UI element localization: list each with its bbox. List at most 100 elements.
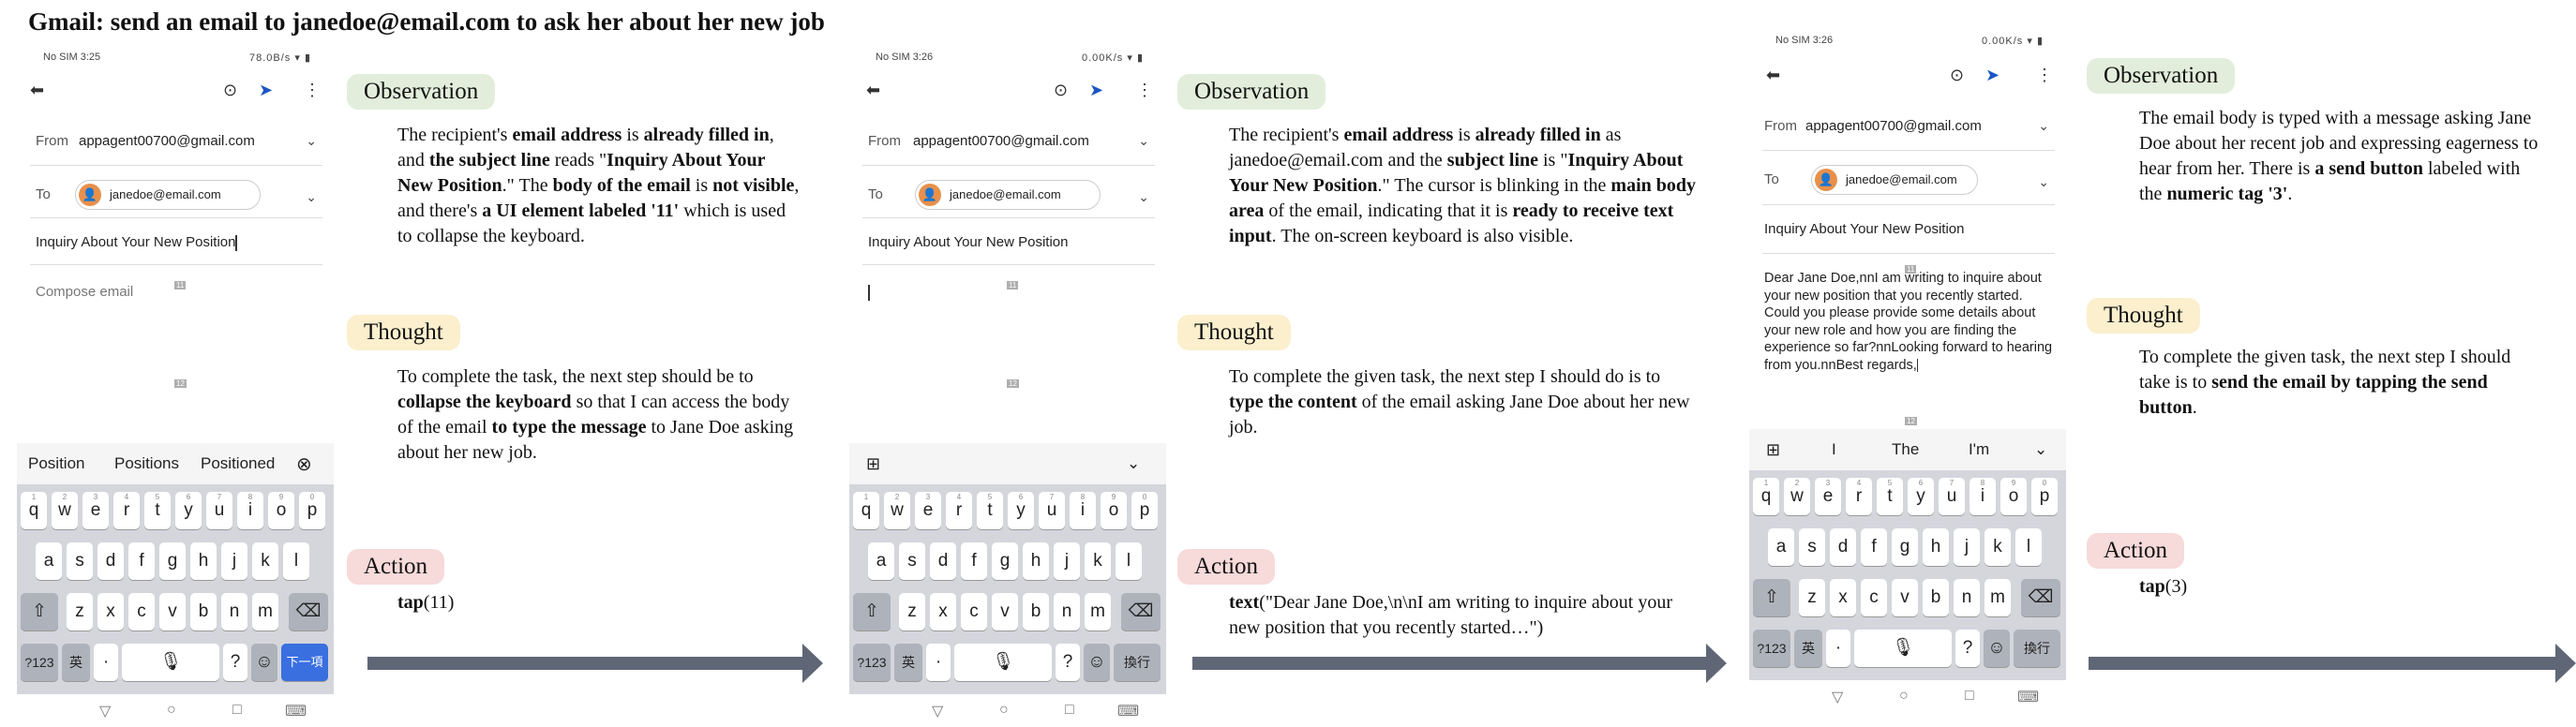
key-j[interactable]: j [1054,542,1080,580]
key-o[interactable]: 9o [1101,492,1127,529]
key-s[interactable]: s [67,542,93,580]
key-k[interactable]: k [252,542,278,580]
keyboard-hide-icon[interactable]: ⌄ [1127,454,1140,473]
key-u[interactable]: 7u [1039,492,1065,529]
key-q[interactable]: 1q [853,492,879,529]
nav-recents-icon[interactable]: □ [1065,702,1074,719]
key-z[interactable]: z [899,593,925,631]
key-h[interactable]: h [190,542,217,580]
key-e[interactable]: 3e [82,492,109,529]
mic-icon[interactable]: 🎙 [954,644,1052,681]
key-b[interactable]: b [190,593,217,631]
key-g[interactable]: g [1892,528,1918,566]
comma-key[interactable]: · [94,644,118,681]
to-row[interactable]: To 👤 janedoe@email.com ⌄ [1749,165,2066,197]
symbols-key[interactable]: ?123 [21,644,58,681]
nav-home-icon[interactable]: ○ [999,702,1009,719]
key-g[interactable]: g [992,542,1018,580]
key-w[interactable]: 2w [52,492,78,529]
key-n[interactable]: n [1954,579,1980,616]
key-c[interactable]: c [128,593,155,631]
suggestion-item[interactable]: Positions [114,454,179,473]
key-m[interactable]: m [252,593,278,631]
send-icon[interactable]: ➤ [259,81,273,100]
comma-key[interactable]: · [1826,630,1850,667]
nav-back-icon[interactable]: ▽ [1832,688,1843,706]
compose-body-field[interactable]: Compose email [36,284,133,300]
key-f[interactable]: f [128,542,155,580]
apps-grid-icon[interactable]: ⊞ [866,454,880,474]
from-row[interactable]: From appagent00700@gmail.com ⌄ [17,133,334,161]
key-o[interactable]: 9o [268,492,294,529]
to-row[interactable]: To 👤 janedoe@email.com ⌄ [849,180,1166,212]
from-row[interactable]: From appagent00700@gmail.com ⌄ [849,133,1166,161]
subject-field[interactable]: Inquiry About Your New Position [36,234,237,251]
more-icon[interactable]: ⋮ [2036,66,2053,85]
nav-recents-icon[interactable]: □ [1965,688,1974,705]
keyboard-hide-icon[interactable]: ⌨ [1117,702,1139,720]
key-f[interactable]: f [1861,528,1887,566]
question-key[interactable]: ? [1955,630,1980,667]
key-c[interactable]: c [1861,579,1887,616]
key-y[interactable]: 6y [175,492,202,529]
key-a[interactable]: a [36,542,62,580]
key-j[interactable]: j [221,542,247,580]
send-icon[interactable]: ➤ [1089,81,1103,100]
key-d[interactable]: d [1830,528,1856,566]
key-z[interactable]: z [1799,579,1825,616]
key-o[interactable]: 9o [2000,478,2027,515]
close-circle-icon[interactable]: ⊗ [296,453,312,476]
key-l[interactable]: l [1116,542,1142,580]
from-row[interactable]: From appagent00700@gmail.com ⌄ [1749,118,2066,146]
key-x[interactable]: x [930,593,956,631]
question-key[interactable]: ? [1056,644,1080,681]
compose-body-field[interactable] [868,284,870,301]
key-x[interactable]: x [1830,579,1856,616]
recipient-chip[interactable]: 👤 janedoe@email.com [75,180,261,210]
key-a[interactable]: a [1768,528,1794,566]
language-key[interactable]: 英 [894,644,922,681]
key-b[interactable]: b [1923,579,1949,616]
key-m[interactable]: m [1984,579,2011,616]
shift-icon[interactable]: ⇧ [1753,579,1790,616]
suggestion-item[interactable]: Position [28,454,84,473]
send-icon[interactable]: ➤ [1985,66,1999,85]
chevron-down-icon[interactable]: ⌄ [306,189,317,205]
question-key[interactable]: ? [223,644,247,681]
key-v[interactable]: v [159,593,186,631]
subject-field[interactable]: Inquiry About Your New Position [1764,221,1964,237]
key-u[interactable]: 7u [1939,478,1965,515]
to-row[interactable]: To 👤 janedoe@email.com ⌄ [17,180,334,212]
key-f[interactable]: f [961,542,987,580]
key-m[interactable]: m [1085,593,1111,631]
key-h[interactable]: h [1923,528,1949,566]
keyboard-hide-icon[interactable]: ⌄ [2034,440,2047,459]
emoji-key[interactable]: ☺ [1084,644,1110,681]
key-t[interactable]: 5t [1877,478,1903,515]
key-n[interactable]: n [1054,593,1080,631]
key-c[interactable]: c [961,593,987,631]
apps-grid-icon[interactable]: ⊞ [1766,440,1780,460]
keyboard-hide-icon[interactable]: ⌨ [285,702,307,720]
mic-icon[interactable]: 🎙 [122,644,219,681]
suggestion-item[interactable]: Positioned [201,454,275,473]
more-icon[interactable]: ⋮ [304,81,321,100]
next-key[interactable]: 下一項 [281,644,328,681]
key-k[interactable]: k [1085,542,1111,580]
key-s[interactable]: s [899,542,925,580]
key-t[interactable]: 5t [977,492,1003,529]
key-k[interactable]: k [1984,528,2011,566]
suggestion-item[interactable]: I [1832,440,1836,459]
key-r[interactable]: 4r [946,492,972,529]
backspace-icon[interactable]: ⌫ [1121,593,1161,631]
recipient-chip[interactable]: 👤 janedoe@email.com [915,180,1101,210]
key-u[interactable]: 7u [206,492,232,529]
key-e[interactable]: 3e [1815,478,1841,515]
more-icon[interactable]: ⋮ [1136,81,1153,100]
key-n[interactable]: n [221,593,247,631]
key-j[interactable]: j [1954,528,1980,566]
chevron-down-icon[interactable]: ⌄ [1138,133,1149,149]
key-r[interactable]: 4r [113,492,140,529]
suggestion-item[interactable]: I'm [1969,440,1989,459]
nav-home-icon[interactable]: ○ [167,702,176,719]
